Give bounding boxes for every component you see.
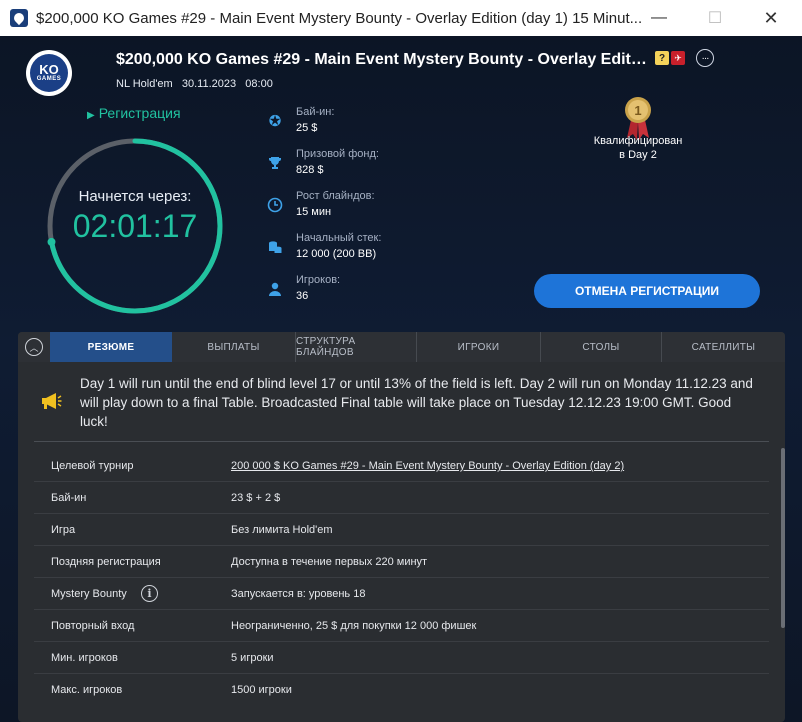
info-value: 12 000 (200 BB) (296, 248, 377, 260)
logo-text: KO (39, 62, 59, 77)
table-row: Игра Без лимита Hold'em (34, 514, 769, 546)
row-key: Повторный вход (51, 620, 135, 632)
play-arrow-icon: ▶ (87, 110, 95, 121)
info-players: Игроков: 36 (266, 274, 486, 310)
tab-payouts[interactable]: ВЫПЛАТЫ (172, 332, 296, 362)
mystery-badge-icon: ? (655, 51, 669, 65)
cancel-registration-button[interactable]: ОТМЕНА РЕГИСТРАЦИИ (534, 274, 760, 308)
app-icon (10, 9, 28, 27)
megaphone-icon (42, 393, 62, 409)
poker-chip-icon: ✪ (268, 113, 282, 130)
overlay-badge-icon: ✈ (671, 51, 685, 65)
info-label: Начальный стек: (296, 232, 382, 244)
announcement-text: Day 1 will run until the end of blind le… (80, 376, 753, 429)
clock-icon (266, 196, 284, 214)
row-value: 23 $ + 2 $ (231, 492, 281, 504)
target-tournament-link[interactable]: 200 000 $ KO Games #29 - Main Event Myst… (231, 460, 624, 472)
tournament-lobby: KO GAMES $200,000 KO Games #29 - Main Ev… (0, 36, 802, 722)
row-value: 5 игроки (231, 652, 274, 664)
tab-summary[interactable]: РЕЗЮМЕ (50, 332, 172, 362)
tournament-title: $200,000 KO Games #29 - Main Event Myste… (116, 51, 648, 68)
tab-bar: ︿ РЕЗЮМЕ ВЫПЛАТЫ СТРУКТУРА БЛАЙНДОВ ИГРО… (18, 332, 785, 362)
collapse-button[interactable]: ︿ (18, 332, 50, 362)
row-key: Mystery Bounty (51, 588, 127, 600)
row-key: Макс. игроков (51, 684, 123, 696)
tournament-subtitle: NL Hold'em 30.11.2023 08:00 (116, 78, 273, 90)
qualified-status: Квалифицирован в Day 2 (578, 134, 698, 162)
info-label: Рост блайндов: (296, 190, 375, 202)
info-value: 828 $ (296, 164, 324, 176)
window-title: $200,000 KO Games #29 - Main Event Myste… (36, 9, 643, 27)
trophy-icon (266, 154, 284, 172)
details-scrollbar[interactable] (781, 448, 785, 628)
row-value: Доступна в течение первых 220 минут (231, 556, 428, 568)
info-value: 15 мин (296, 206, 332, 218)
info-label: Бай-ин: (296, 106, 335, 118)
table-row: Целевой турнир 200 000 $ KO Games #29 - … (34, 450, 769, 482)
ko-games-logo: KO GAMES (26, 50, 72, 96)
row-value: 1500 игроки (231, 684, 292, 696)
tab-blind-structure[interactable]: СТРУКТУРА БЛАЙНДОВ (296, 332, 417, 362)
info-value: 36 (296, 290, 309, 302)
qualified-line1: Квалифицирован (593, 135, 683, 147)
tab-players[interactable]: ИГРОКИ (417, 332, 541, 362)
info-value: 25 $ (296, 122, 318, 134)
countdown-value: 02:01:17 (72, 208, 198, 244)
info-prizepool: Призовой фонд: 828 $ (266, 148, 486, 184)
row-key: Игра (51, 524, 76, 536)
info-label: Призовой фонд: (296, 148, 379, 160)
table-row: Mystery Bounty i Запускается в: уровень … (34, 578, 769, 610)
close-button[interactable]: ✕ (748, 0, 794, 36)
registration-link[interactable]: ▶ Регистрация (87, 105, 181, 121)
row-key: Поздняя регистрация (51, 556, 161, 568)
info-stack: Начальный стек: 12 000 (200 BB) (266, 232, 486, 268)
tab-satellites[interactable]: САТЕЛЛИТЫ (662, 332, 785, 362)
info-icon[interactable]: i (141, 585, 158, 602)
table-row: Бай-ин 23 $ + 2 $ (34, 482, 769, 514)
info-label: Игроков: (296, 274, 341, 286)
window-titlebar: $200,000 KO Games #29 - Main Event Myste… (0, 0, 802, 36)
user-icon (266, 280, 284, 298)
qualified-line2: в Day 2 (619, 149, 657, 161)
logo-subtext: GAMES (36, 76, 62, 82)
row-key: Мин. игроков (51, 652, 118, 664)
row-key: Целевой турнир (51, 460, 134, 472)
minimize-button[interactable]: — (636, 0, 682, 36)
info-buyin: ✪ Бай-ин: 25 $ (266, 106, 486, 142)
row-value: Запускается в: уровень 18 (231, 588, 366, 600)
table-row: Макс. игроков 1500 игроки (34, 674, 769, 706)
countdown-label: Начнется через: (78, 188, 192, 205)
chip-stack-icon (266, 238, 284, 256)
maximize-button[interactable]: ☐ (692, 0, 738, 36)
registration-label: Регистрация (98, 105, 181, 121)
announcement: Day 1 will run until the end of blind le… (34, 362, 769, 442)
table-row: Повторный вход Неограниченно, 25 $ для п… (34, 610, 769, 642)
table-row: Поздняя регистрация Доступна в течение п… (34, 546, 769, 578)
details-panel: ︿ РЕЗЮМЕ ВЫПЛАТЫ СТРУКТУРА БЛАЙНДОВ ИГРО… (18, 332, 785, 722)
medal-number: 1 (634, 103, 641, 118)
info-blinds: Рост блайндов: 15 мин (266, 190, 486, 226)
more-options-button[interactable]: ··· (696, 49, 714, 67)
tab-tables[interactable]: СТОЛЫ (541, 332, 662, 362)
chevron-up-icon: ︿ (25, 338, 43, 356)
row-value: Без лимита Hold'em (231, 524, 333, 536)
table-row: Мин. игроков 5 игроки (34, 642, 769, 674)
details-table: Целевой турнир 200 000 $ KO Games #29 - … (34, 450, 769, 706)
row-value: Неограниченно, 25 $ для покупки 12 000 ф… (231, 620, 477, 632)
row-key: Бай-ин (51, 492, 87, 504)
